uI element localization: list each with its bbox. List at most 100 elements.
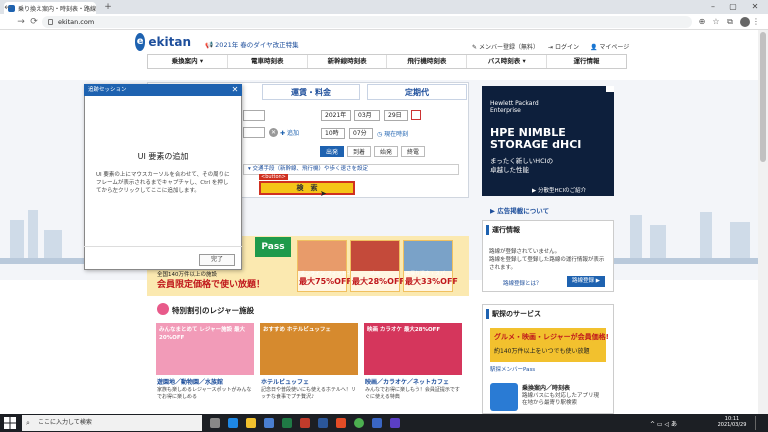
app-icon[interactable] xyxy=(490,383,518,411)
leisure-label-movie[interactable]: 映画／カラオケ／ネットカフェ xyxy=(365,377,449,386)
member-pass-link[interactable]: 駅探メンバーPass xyxy=(490,365,535,373)
edge-icon[interactable] xyxy=(228,418,238,428)
app-icon-purple[interactable] xyxy=(390,418,400,428)
service-info-text: 路線が登録されていません。 路線を登録して登録した路線の運行情報が表示されます。 xyxy=(489,249,605,271)
offer-spa-image xyxy=(404,241,452,271)
from-station-input[interactable] xyxy=(243,110,265,121)
tab-fare[interactable]: 運賃・料金 xyxy=(262,84,360,100)
offer-fitness-off: 最大75%OFF xyxy=(299,277,352,286)
add-via-link[interactable]: ✚ 追加 xyxy=(280,128,299,137)
transfer-app-text: 路線バスにも対応したアプリ現在地から最寄り駅検索 xyxy=(522,393,600,406)
nav-transfer[interactable]: 乗換案内 ▾ xyxy=(148,55,228,68)
leisure-desc-buffet: 記念日や普段使いにも使えるホテルへ！リッチな食事でプチ贅沢♪ xyxy=(261,387,356,400)
login-link[interactable]: ⇥ ログイン xyxy=(548,42,579,51)
service-info-title: 運行情報 xyxy=(486,225,520,235)
dialog-done-button[interactable]: 完了 xyxy=(199,254,235,266)
radio-first-train[interactable]: 始発 xyxy=(374,146,398,157)
nav-shinkansen[interactable]: 新幹線時刻表 xyxy=(308,55,388,68)
ad-choices-icon[interactable] xyxy=(606,86,614,92)
taskbar-clock[interactable]: 10:11 2021/03/29 xyxy=(715,416,749,428)
offer-movie-image xyxy=(351,241,399,271)
leisure-card-movie-text: 映画 カラオケ 最大28%OFF xyxy=(367,327,441,333)
task-view-icon[interactable] xyxy=(210,418,220,428)
nav-service-info[interactable]: 運行情報 xyxy=(547,55,626,68)
mypage-link[interactable]: 👤 マイページ xyxy=(590,42,629,51)
tab-title: 乗り換え案内・時刻表・路線 xyxy=(18,5,96,13)
zoom-icon[interactable]: ⊕ xyxy=(696,16,708,28)
ad-info-link[interactable]: ▶ 広告掲載について xyxy=(490,205,549,215)
route-register-help-link[interactable]: 路線登録とは？ xyxy=(503,279,542,287)
offer-spa-off: 最大33%OFF xyxy=(405,277,458,286)
forward-button[interactable]: → xyxy=(15,16,27,28)
tab-teiki[interactable]: 定期代 xyxy=(367,84,467,100)
leisure-desc-movie: みんなでお得に楽しもう！会員証提示ですぐに使える特典 xyxy=(365,387,460,400)
browser-tab[interactable]: 乗り換え案内・時刻表・路線 ✕ xyxy=(4,2,96,14)
leisure-label-buffet[interactable]: ホテルビュッフェ xyxy=(261,377,309,386)
radio-arrival[interactable]: 到着 xyxy=(347,146,371,157)
new-tab-button[interactable]: + xyxy=(103,2,113,12)
reload-button[interactable]: ⟳ xyxy=(28,16,40,28)
ui-capture-tooltip: <button> xyxy=(259,174,288,180)
windows-start-icon[interactable] xyxy=(4,417,16,429)
announce-link[interactable]: 📢 2021年 春のダイヤ改正特集 xyxy=(205,39,299,49)
menu-icon[interactable]: ⋮ xyxy=(752,16,760,28)
city-building xyxy=(650,225,666,260)
ad-link[interactable]: ▶ 分散型HCIのご紹介 xyxy=(532,186,586,194)
show-desktop-button[interactable] xyxy=(755,416,758,430)
year-select[interactable]: 2021年 xyxy=(321,110,351,121)
radio-departure[interactable]: 出発 xyxy=(320,146,344,157)
excel-icon[interactable] xyxy=(282,418,292,428)
leisure-card-movie[interactable]: 映画 カラオケ 最大28%OFF xyxy=(364,323,462,375)
clock-date: 2021/03/29 xyxy=(717,422,747,428)
nav-train-timetable[interactable]: 電車時刻表 xyxy=(228,55,308,68)
calendar-icon[interactable] xyxy=(411,110,421,120)
chrome-icon[interactable] xyxy=(354,418,364,428)
minimize-button[interactable]: – xyxy=(706,1,720,13)
back-button[interactable]: ← xyxy=(2,2,14,14)
global-nav: 乗換案内 ▾ 電車時刻表 新幹線時刻表 飛行機時刻表 バス時刻表 ▾ 運行情報 xyxy=(147,54,627,69)
hour-select[interactable]: 10時 xyxy=(321,128,345,139)
transfer-app-title[interactable]: 乗換案内／時刻表 xyxy=(522,383,570,392)
day-select[interactable]: 29日 xyxy=(384,110,408,121)
nav-flight[interactable]: 飛行機時刻表 xyxy=(387,55,468,68)
explorer-icon[interactable] xyxy=(246,418,256,428)
clear-icon[interactable]: ✕ xyxy=(269,128,278,137)
radio-last-train[interactable]: 終電 xyxy=(401,146,425,157)
leisure-card-buffet[interactable]: おすすめ ホテルビュッフェ xyxy=(260,323,358,375)
dialog-close-icon[interactable]: ✕ xyxy=(229,84,241,96)
pass-member-text: 会員限定価格で使い放題！ xyxy=(157,280,266,290)
logo-mark-icon: e xyxy=(135,33,146,51)
ekitan-logo[interactable]: e ekitan xyxy=(135,33,191,51)
app-icon-orange[interactable] xyxy=(336,418,346,428)
register-link[interactable]: ✎ メンバー登録（無料） xyxy=(472,42,539,51)
month-select[interactable]: 03月 xyxy=(354,110,380,121)
word-icon[interactable] xyxy=(318,418,328,428)
leisure-label-amusement[interactable]: 遊園地／動物園／水族館 xyxy=(157,377,223,386)
maximize-button[interactable]: ▢ xyxy=(726,1,740,13)
minute-select[interactable]: 07分 xyxy=(349,128,373,139)
leisure-section-title: 特別割引のレジャー施設 xyxy=(172,306,255,315)
page-scrollbar-thumb[interactable] xyxy=(760,32,766,162)
leisure-card-amusement[interactable]: みんなまとめて レジャー施設 最大20%OFF xyxy=(156,323,254,375)
outlook-icon[interactable] xyxy=(372,418,382,428)
search-button[interactable]: 検 索 xyxy=(259,181,355,195)
system-tray[interactable]: ^ ▭ ◁ あ xyxy=(650,419,677,428)
access-icon[interactable] xyxy=(300,418,310,428)
nav-bus[interactable]: バス時刻表 ▾ xyxy=(467,55,548,68)
leisure-card-amusement-text: みんなまとめて レジャー施設 最大20%OFF xyxy=(159,327,246,341)
route-register-button[interactable]: 路線登録 ▶ xyxy=(567,276,605,287)
close-window-button[interactable]: ✕ xyxy=(748,1,762,13)
city-building xyxy=(44,230,62,260)
city-building xyxy=(10,220,24,260)
address-bar[interactable]: ekitan.com xyxy=(42,16,692,28)
ad-hpe-logo: Hewlett Packard Enterprise xyxy=(490,100,539,114)
now-link[interactable]: ◷ 現在時刻 xyxy=(377,129,408,138)
to-station-input[interactable] xyxy=(243,127,265,138)
extension-icon[interactable]: ⧉ xyxy=(724,16,736,28)
store-icon[interactable] xyxy=(264,418,274,428)
city-building xyxy=(28,210,38,260)
star-icon[interactable]: ☆ xyxy=(710,16,722,28)
offer-fitness-image xyxy=(298,241,346,271)
profile-avatar-icon[interactable] xyxy=(740,17,750,27)
taskbar-search-input[interactable]: ここに入力して検索 xyxy=(22,415,202,431)
